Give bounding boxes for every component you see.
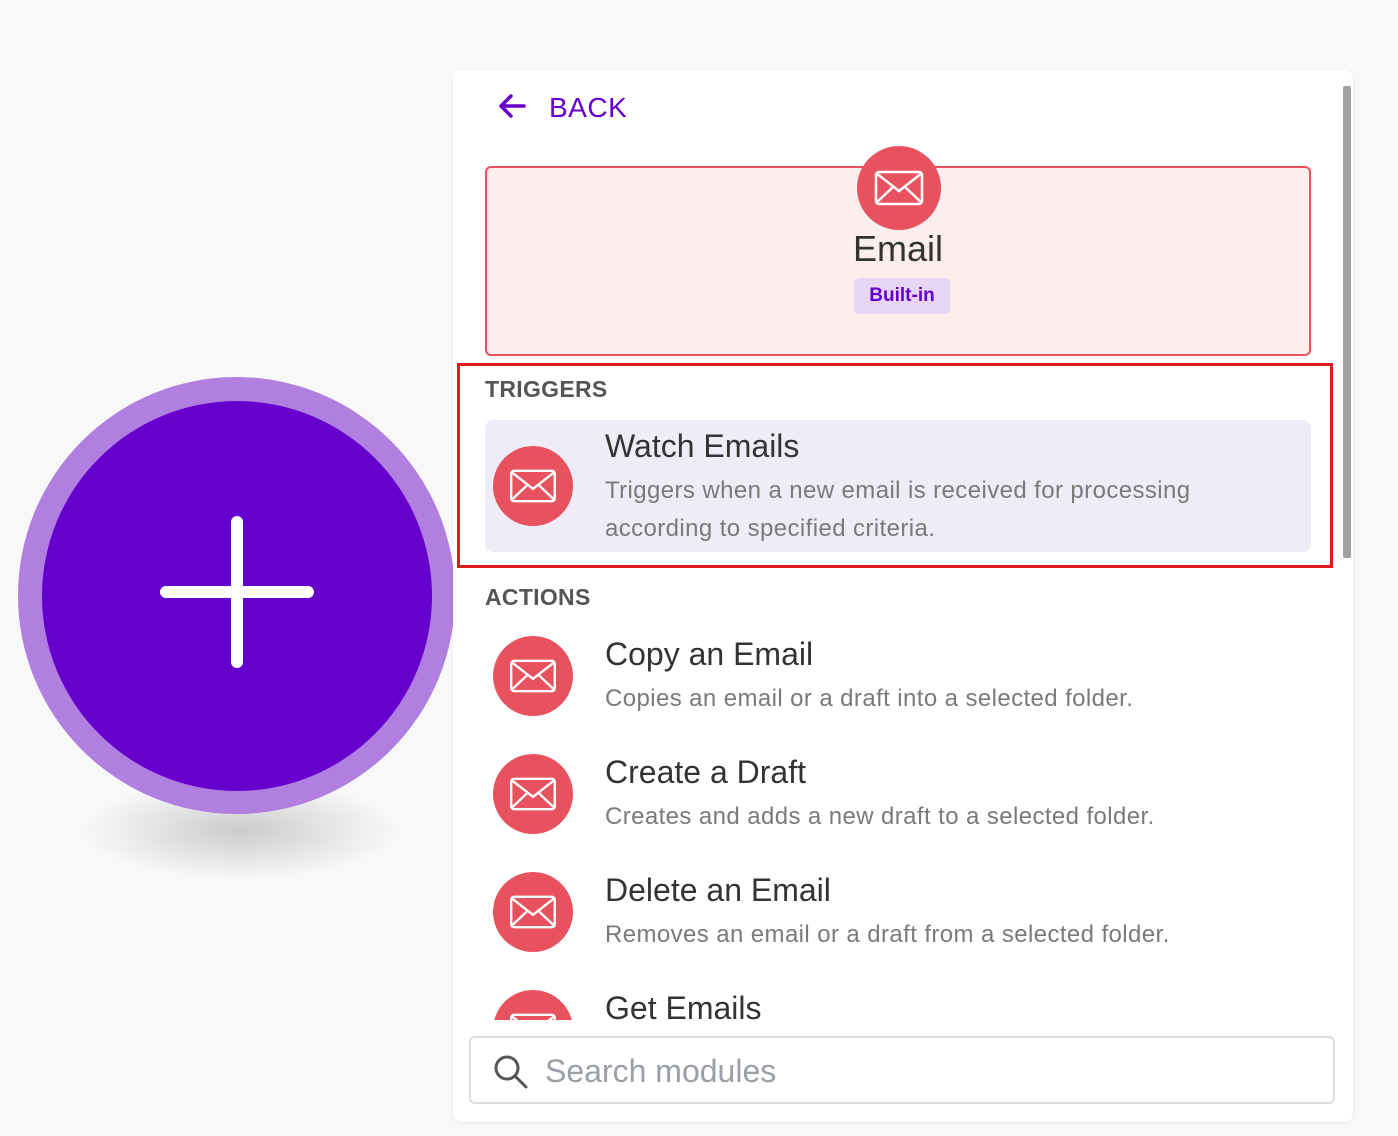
module-description: Creates and adds a new draft to a select… xyxy=(605,803,1155,830)
module-title: Copy an Email xyxy=(605,636,814,672)
app-name: Email xyxy=(852,228,944,269)
envelope-icon xyxy=(493,990,573,1020)
module-description: Removes an email or a draft from a selec… xyxy=(605,921,1170,948)
back-button[interactable]: BACK xyxy=(497,90,627,126)
envelope-icon xyxy=(493,754,573,834)
built-in-badge: Built-in xyxy=(854,278,950,314)
scrollbar-thumb[interactable] xyxy=(1343,86,1351,558)
module-create-a-draft[interactable]: Create a Draft Creates and adds a new dr… xyxy=(485,746,1311,878)
module-delete-an-email[interactable]: Delete an Email Removes an email or a dr… xyxy=(485,864,1311,996)
search-box[interactable] xyxy=(469,1036,1335,1104)
module-title: Watch Emails xyxy=(605,428,800,464)
envelope-icon xyxy=(493,872,573,952)
envelope-icon xyxy=(493,636,573,716)
section-label-actions: ACTIONS xyxy=(485,584,591,610)
search-icon xyxy=(493,1054,529,1095)
module-title: Get Emails xyxy=(605,990,762,1020)
module-description: Copies an email or a draft into a select… xyxy=(605,685,1134,712)
module-copy-an-email[interactable]: Copy an Email Copies an email or a draft… xyxy=(485,628,1311,760)
back-label: BACK xyxy=(549,92,628,123)
arrow-left-icon xyxy=(497,93,527,124)
plus-icon[interactable] xyxy=(160,516,314,675)
module-title: Delete an Email xyxy=(605,872,831,908)
module-watch-emails[interactable]: Watch Emails Triggers when a new email i… xyxy=(485,420,1311,552)
module-list-scroll-area[interactable]: BACK Email Built-in TRIGGERS Watch Email… xyxy=(453,70,1353,1020)
module-title: Create a Draft xyxy=(605,754,806,790)
search-input[interactable] xyxy=(543,1048,1307,1094)
module-description: Triggers when a new email is received fo… xyxy=(605,477,1191,542)
section-label-triggers: TRIGGERS xyxy=(485,376,608,402)
app-header-card: Email Built-in xyxy=(485,146,1311,356)
envelope-icon xyxy=(493,446,573,526)
module-get-emails[interactable]: Get Emails xyxy=(485,982,1311,1020)
envelope-icon xyxy=(857,146,941,230)
module-picker-panel: BACK Email Built-in TRIGGERS Watch Email… xyxy=(453,70,1353,1122)
